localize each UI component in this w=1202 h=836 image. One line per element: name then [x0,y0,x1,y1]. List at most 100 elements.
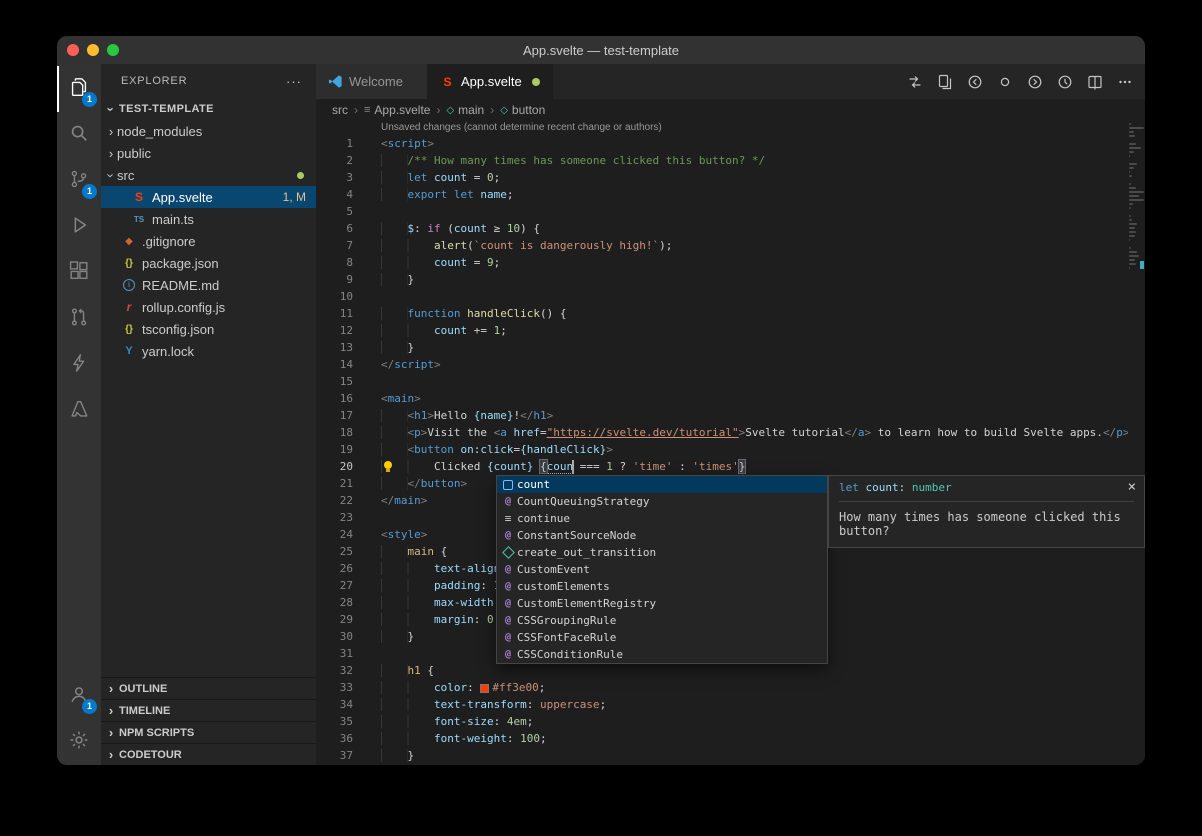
minimize-button[interactable] [87,44,99,56]
code-line-text[interactable] [353,288,1145,305]
tree-item--gitignore[interactable]: ◆.gitignore [101,230,316,252]
line-number[interactable]: 6 [316,220,353,237]
line-number[interactable]: 36 [316,730,353,747]
activity-bar-item-settings[interactable] [57,719,101,765]
tab-app-svelte[interactable]: SApp.svelte [428,64,553,99]
code-line-text[interactable]: font-size: 4em; [353,713,1145,730]
code-line-text[interactable]: text-transform: uppercase; [353,696,1145,713]
code-line-text[interactable]: } [353,339,1145,356]
line-number[interactable]: 33 [316,679,353,696]
code-line-text[interactable]: function handleClick() { [353,305,1145,322]
code-line-text[interactable] [353,373,1145,390]
close-button[interactable] [67,44,79,56]
record-icon[interactable] [992,69,1017,94]
suggest-item-CountQueuingStrategy[interactable]: @CountQueuingStrategy [497,493,827,510]
line-number[interactable]: 23 [316,509,353,526]
lightbulb-icon[interactable] [382,461,394,473]
suggest-item-CSSFontFaceRule[interactable]: @CSSFontFaceRule [497,629,827,646]
line-number[interactable]: 2 [316,152,353,169]
code-line-text[interactable]: <p>Visit the <a href="https://svelte.dev… [353,424,1145,441]
code-line-text[interactable]: let count = 0; [353,169,1145,186]
line-number[interactable]: 8 [316,254,353,271]
suggest-item-CSSConditionRule[interactable]: @CSSConditionRule [497,646,827,663]
suggest-item-CSSGroupingRule[interactable]: @CSSGroupingRule [497,612,827,629]
activity-bar-item-search[interactable] [57,112,101,158]
code-line-text[interactable]: </script> [353,356,1145,373]
panel-timeline[interactable]: ›TIMELINE [101,699,316,721]
line-number[interactable]: 18 [316,424,353,441]
line-number[interactable]: 15 [316,373,353,390]
line-number[interactable]: 16 [316,390,353,407]
tree-item-App-svelte[interactable]: SApp.svelte1, M [101,186,316,208]
code-line-text[interactable]: } [353,747,1145,764]
panel-npm-scripts[interactable]: ›NPM SCRIPTS [101,721,316,743]
code-line-text[interactable]: count = 9; [353,254,1145,271]
line-number[interactable]: 19 [316,441,353,458]
line-number[interactable]: 28 [316,594,353,611]
previous-change-icon[interactable] [962,69,987,94]
line-number[interactable]: 17 [316,407,353,424]
activity-bar-item-thunder-client[interactable] [57,342,101,388]
line-number[interactable]: 7 [316,237,353,254]
compare-changes-icon[interactable] [902,69,927,94]
tree-item-yarn-lock[interactable]: Yyarn.lock [101,340,316,362]
code-line-text[interactable]: count += 1; [353,322,1145,339]
activity-bar-item-run-debug[interactable] [57,204,101,250]
code-line-text[interactable]: <script> [353,135,1145,152]
code-line-text[interactable]: <button on:click={handleClick}> [353,441,1145,458]
line-number[interactable]: 32 [316,662,353,679]
line-number[interactable]: 14 [316,356,353,373]
line-number[interactable]: 11 [316,305,353,322]
line-number[interactable]: 4 [316,186,353,203]
zoom-button[interactable] [107,44,119,56]
suggest-item-continue[interactable]: ≡continue [497,510,827,527]
code-line-text[interactable]: $: if (count ≥ 10) { [353,220,1145,237]
codelens-annotation[interactable]: Unsaved changes (cannot determine recent… [381,121,1145,135]
line-number[interactable]: 24 [316,526,353,543]
line-number[interactable]: 20 [316,458,353,475]
tree-item-tsconfig-json[interactable]: {}tsconfig.json [101,318,316,340]
tree-item-src[interactable]: ›src [101,164,316,186]
breadcrumb-item-button[interactable]: ◇button [500,103,545,117]
line-number[interactable]: 35 [316,713,353,730]
line-number[interactable]: 30 [316,628,353,645]
line-number[interactable]: 26 [316,560,353,577]
line-number[interactable]: 25 [316,543,353,560]
tree-item-README-md[interactable]: iREADME.md [101,274,316,296]
project-section-header[interactable]: › TEST-TEMPLATE [101,98,316,120]
line-number[interactable]: 27 [316,577,353,594]
code-line-text[interactable]: export let name; [353,186,1145,203]
line-number[interactable]: 31 [316,645,353,662]
tree-item-main-ts[interactable]: TSmain.ts [101,208,316,230]
split-editor-icon[interactable] [1082,69,1107,94]
suggest-item-create_out_transition[interactable]: create_out_transition [497,544,827,561]
line-number[interactable]: 34 [316,696,353,713]
suggest-item-CustomElementRegistry[interactable]: @CustomElementRegistry [497,595,827,612]
line-number[interactable]: 1 [316,135,353,152]
activity-bar-item-azure[interactable] [57,388,101,434]
tree-item-rollup-config-js[interactable]: rrollup.config.js [101,296,316,318]
panel-codetour[interactable]: ›CODETOUR [101,743,316,765]
activity-bar-item-github-pull-requests[interactable] [57,296,101,342]
suggest-item-ConstantSourceNode[interactable]: @ConstantSourceNode [497,527,827,544]
activity-bar-item-accounts[interactable]: 1 [57,673,101,719]
line-number[interactable]: 12 [316,322,353,339]
open-changes-icon[interactable] [932,69,957,94]
code-line-text[interactable]: <h1>Hello {name}!</h1> [353,407,1145,424]
code-line-text[interactable]: color: #ff3e00; [353,679,1145,696]
activity-bar-item-explorer[interactable]: 1 [57,66,101,112]
breadcrumb-item-app-svelte[interactable]: ≡App.svelte [364,103,430,117]
minimap[interactable] [1128,121,1145,765]
code-line-text[interactable]: h1 { [353,662,1145,679]
code-line-text[interactable] [353,203,1145,220]
line-number[interactable]: 5 [316,203,353,220]
tab-welcome[interactable]: Welcome [316,64,428,99]
line-number[interactable]: 10 [316,288,353,305]
suggest-item-customElements[interactable]: @customElements [497,578,827,595]
code-line-text[interactable]: alert(`count is dangerously high!`); [353,237,1145,254]
suggest-item-count[interactable]: count [497,476,827,493]
more-actions-icon[interactable]: ··· [286,74,302,89]
next-change-icon[interactable] [1022,69,1047,94]
code-line-text[interactable]: Clicked {count} {coun === 1 ? 'time' : '… [353,458,1145,475]
panel-outline[interactable]: ›OUTLINE [101,677,316,699]
